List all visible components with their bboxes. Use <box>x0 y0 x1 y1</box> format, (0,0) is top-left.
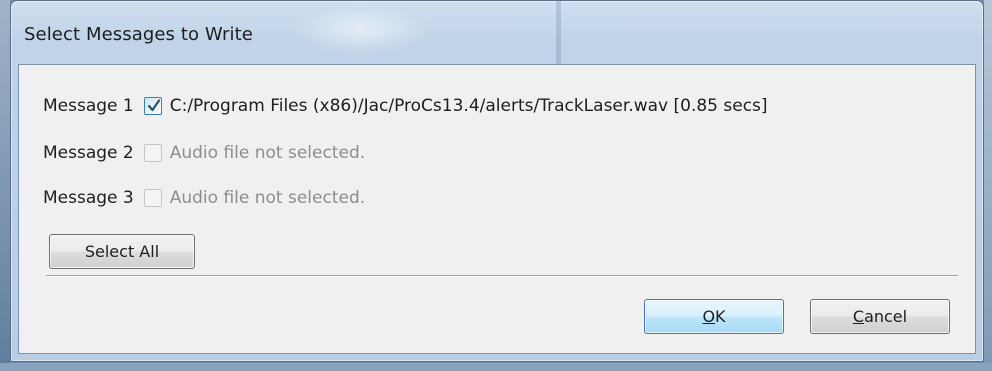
title-bar-shadow <box>556 1 561 65</box>
check-icon <box>147 99 160 112</box>
message-1-label: Message 1 <box>43 96 134 116</box>
title-bar-glare <box>291 5 431 55</box>
message-3-label: Message 3 <box>43 188 134 208</box>
cancel-mnemonic: C <box>852 307 865 326</box>
ok-button[interactable]: OK <box>644 299 784 334</box>
message-row-3: Message 3 Audio file not selected. <box>43 185 365 211</box>
cancel-button[interactable]: Cancel <box>810 299 950 334</box>
message-row-1: Message 1 C:/Program Files (x86)/Jac/Pro… <box>43 93 768 119</box>
dialog-window: Select Messages to Write Message 1 C:/Pr… <box>10 0 984 362</box>
background-window-edge <box>0 0 10 371</box>
message-2-label: Message 2 <box>43 143 134 163</box>
message-2-checkbox[interactable] <box>143 144 162 162</box>
select-all-button[interactable]: Select All <box>49 234 195 269</box>
message-3-file: Audio file not selected. <box>169 188 366 208</box>
background-window-edge-right <box>984 0 992 371</box>
message-row-2: Message 2 Audio file not selected. <box>43 140 365 166</box>
message-1-file: C:/Program Files (x86)/Jac/ProCs13.4/ale… <box>169 96 768 116</box>
separator-line <box>46 275 958 277</box>
background-desktop-bottom <box>0 363 992 371</box>
message-1-checkbox[interactable] <box>143 97 162 115</box>
message-3-checkbox[interactable] <box>143 189 162 207</box>
dialog-title: Select Messages to Write <box>24 24 253 45</box>
message-2-file: Audio file not selected. <box>169 143 366 163</box>
ok-label-rest: K <box>715 307 726 326</box>
cancel-label-rest: ancel <box>864 307 908 326</box>
dialog-client-area: Message 1 C:/Program Files (x86)/Jac/Pro… <box>18 64 976 354</box>
title-bar[interactable]: Select Messages to Write <box>11 1 983 69</box>
ok-mnemonic: O <box>702 307 716 326</box>
